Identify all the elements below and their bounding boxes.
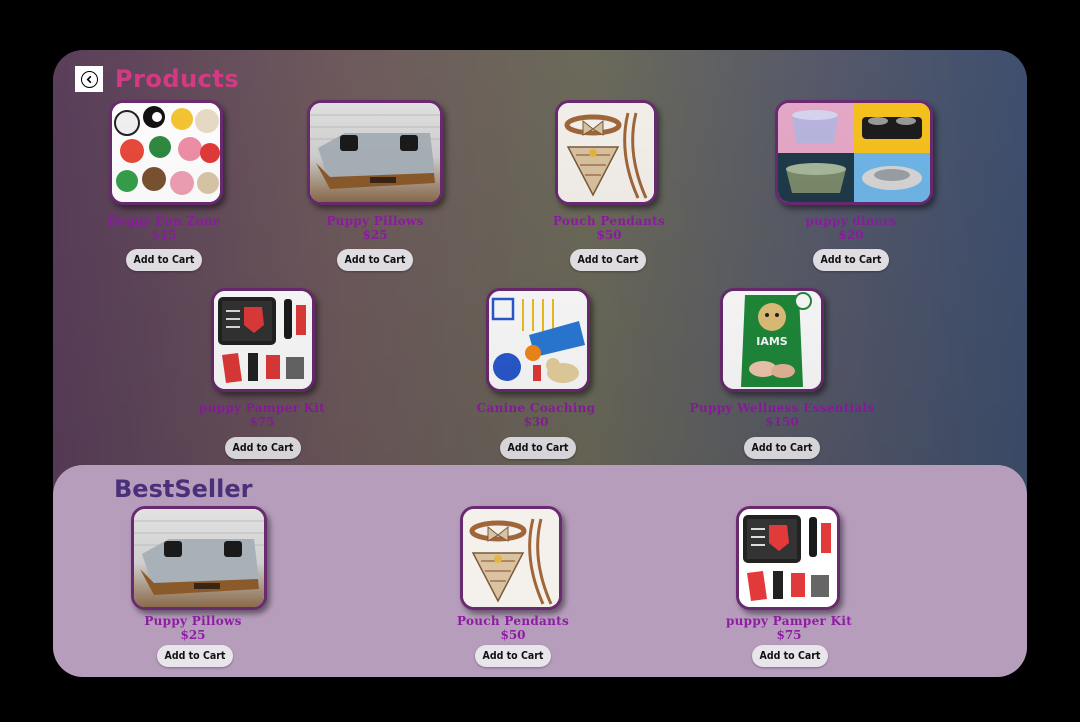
- products-panel: Products Doggy Fun Zone $15 Add to Cart: [53, 50, 1027, 677]
- back-button[interactable]: [75, 66, 103, 92]
- svg-text:IAMS: IAMS: [756, 335, 788, 348]
- add-to-cart-button[interactable]: Add to Cart: [813, 249, 889, 271]
- product-price: $20: [838, 228, 864, 242]
- product-price: $25: [362, 228, 388, 242]
- add-to-cart-button[interactable]: Add to Cart: [126, 249, 202, 271]
- product-price: $75: [249, 415, 275, 429]
- product-name: Puppy Wellness Essentials: [689, 401, 875, 415]
- bestseller-section: BestSeller Puppy Pillows $25 Add to Cart: [53, 465, 1027, 677]
- product-image-collar-bandana[interactable]: [555, 100, 657, 205]
- bestseller-name: Puppy Pillows: [144, 614, 242, 628]
- add-to-cart-button[interactable]: Add to Cart: [570, 249, 646, 271]
- bestseller-image-dog-bed[interactable]: [131, 506, 267, 610]
- add-to-cart-button[interactable]: Add to Cart: [475, 645, 551, 667]
- add-to-cart-button[interactable]: Add to Cart: [744, 437, 820, 459]
- bestseller-name: puppy Pamper Kit: [725, 614, 853, 628]
- product-price: $30: [523, 415, 549, 429]
- product-name: Pouch Pendants: [552, 214, 666, 228]
- product-image-dog-bed[interactable]: [307, 100, 443, 205]
- product-image-dog-food-bag[interactable]: IAMS: [720, 288, 824, 392]
- product-name: Puppy Pillows: [326, 214, 424, 228]
- product-name: puppy Pamper Kit: [198, 401, 326, 415]
- add-to-cart-button[interactable]: Add to Cart: [225, 437, 301, 459]
- product-image-agility-set[interactable]: [486, 288, 590, 392]
- bestseller-price: $50: [500, 628, 526, 642]
- bestseller-title: BestSeller: [114, 475, 253, 503]
- page-title: Products: [115, 65, 240, 93]
- product-image-food-bowls[interactable]: [775, 100, 933, 205]
- header: Products: [75, 65, 239, 93]
- add-to-cart-button[interactable]: Add to Cart: [752, 645, 828, 667]
- back-arrow-icon: [80, 70, 98, 88]
- bestseller-image-grooming-kit[interactable]: [736, 506, 840, 610]
- product-name: puppy diners: [805, 214, 897, 228]
- bestseller-image-collar-bandana[interactable]: [460, 506, 562, 610]
- add-to-cart-button[interactable]: Add to Cart: [157, 645, 233, 667]
- product-image-plush-toys[interactable]: [109, 100, 223, 205]
- product-price: $150: [765, 415, 799, 429]
- product-name: Doggy Fun Zone: [107, 214, 221, 228]
- product-image-grooming-kit[interactable]: [211, 288, 315, 392]
- add-to-cart-button[interactable]: Add to Cart: [500, 437, 576, 459]
- product-name: Canine Coaching: [476, 401, 596, 415]
- bestseller-price: $75: [776, 628, 802, 642]
- bestseller-name: Pouch Pendants: [456, 614, 570, 628]
- bestseller-price: $25: [180, 628, 206, 642]
- add-to-cart-button[interactable]: Add to Cart: [337, 249, 413, 271]
- product-price: $50: [596, 228, 622, 242]
- product-price: $15: [151, 228, 177, 242]
